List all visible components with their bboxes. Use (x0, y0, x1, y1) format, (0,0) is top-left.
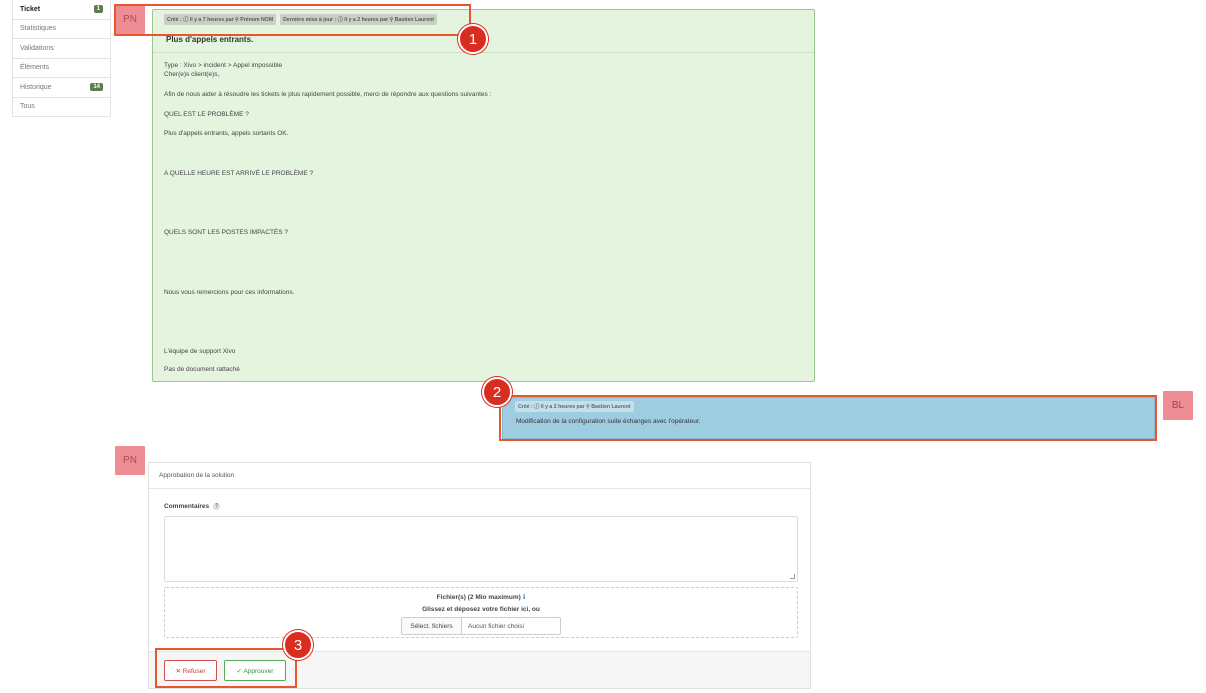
sidebar-item-validations[interactable]: Validations (12, 39, 111, 59)
info-icon[interactable]: ℹ (523, 594, 525, 601)
count-badge: 1 (93, 5, 103, 14)
ticket-no-document: Pas de document rattaché (164, 366, 240, 373)
ticket-signature: L'équipe de support Xivo (164, 348, 236, 355)
sidebar-item-label: Validations (20, 44, 54, 52)
ticket-question-problem: QUEL EST LE PROBLÈME ? (164, 111, 249, 118)
sidebar-item-ticket[interactable]: Ticket 1 (12, 0, 111, 20)
ticket-greeting: Cher(e)s client(e)s, (164, 71, 220, 78)
help-icon[interactable]: ? (213, 503, 221, 510)
files-label: Fichier(s) (2 Mio maximum) ℹ (165, 593, 797, 601)
marker-1: 1 (458, 24, 488, 54)
ticket-question-devices: QUELS SONT LES POSTES IMPACTÉS ? (164, 229, 289, 236)
ticket-question-time: A QUELLE HEURE EST ARRIVÉ LE PROBLÈME ? (164, 170, 314, 177)
page: Ticket 1 Statistiques Validations Élémen… (0, 0, 1206, 693)
comments-label: Commentaires? (164, 503, 221, 511)
avatar: BL (1163, 391, 1193, 420)
divider (153, 52, 814, 53)
sidebar-item-label: Tous (20, 103, 35, 111)
approval-header: Approbation de la solution (149, 463, 810, 489)
files-label-text: Fichier(s) (2 Mio maximum) (436, 594, 521, 601)
highlight-frame-2 (499, 395, 1157, 441)
ticket-type: Type : Xivo > incident > Appel impossibl… (164, 62, 283, 69)
highlight-frame-1 (114, 4, 471, 36)
sidebar-item-label: Éléments (20, 64, 50, 72)
sidebar-item-label: Statistiques (20, 25, 57, 33)
sidebar-item-history[interactable]: Historique 14 (12, 78, 111, 98)
sidebar-item-elements[interactable]: Éléments (12, 58, 111, 78)
selected-file-name: Aucun fichier choisi (468, 622, 524, 630)
avatar: PN (115, 446, 145, 475)
marker-3: 3 (283, 630, 313, 660)
ticket-intro: Afin de nous aider à résoudre les ticket… (164, 91, 492, 98)
file-picker[interactable]: Sélect. fichiers Aucun fichier choisi (401, 617, 561, 635)
ticket-title: Plus d'appels entrants. (166, 35, 254, 44)
ticket-thanks: Nous vous remercions pour ces informatio… (164, 289, 295, 296)
sidebar: Ticket 1 Statistiques Validations Élémen… (12, 0, 111, 117)
comments-label-text: Commentaires (164, 503, 210, 511)
resize-grip-icon[interactable] (790, 574, 795, 579)
sidebar-item-statistics[interactable]: Statistiques (12, 19, 111, 39)
highlight-frame-3 (155, 648, 297, 688)
sidebar-item-label: Ticket (20, 5, 41, 13)
count-badge: 14 (90, 83, 103, 92)
ticket-answer-problem: Plus d'appels entrants, appels sortants … (164, 130, 289, 137)
select-files-button[interactable]: Sélect. fichiers (402, 618, 462, 634)
marker-2: 2 (482, 377, 512, 407)
comments-textarea[interactable] (164, 516, 798, 582)
drop-instructions: Glissez et déposez votre fichier ici, ou (422, 606, 540, 613)
ticket-card: Créé : ⓘ il y a 7 heures par ⚲ Prénom NO… (152, 9, 815, 382)
sidebar-item-all[interactable]: Tous (12, 97, 111, 117)
file-dropzone[interactable]: Fichier(s) (2 Mio maximum) ℹ Glissez et d… (164, 587, 798, 638)
sidebar-item-label: Historique (20, 83, 52, 91)
